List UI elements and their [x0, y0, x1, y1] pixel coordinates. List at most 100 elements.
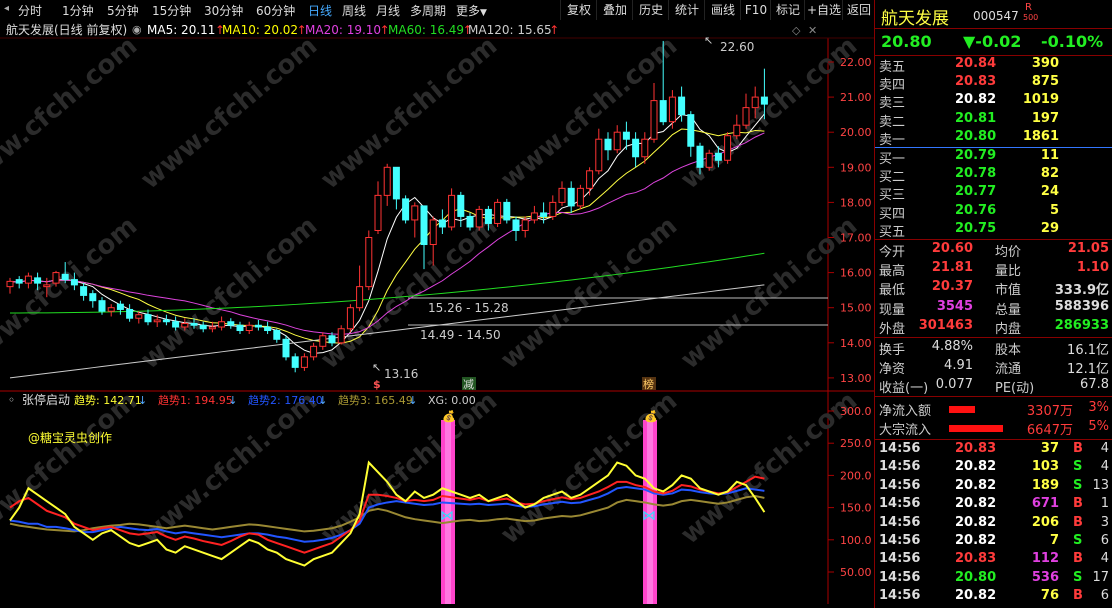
stats-button[interactable]: 统计 [668, 0, 705, 20]
stat-label: 股本 [995, 343, 1022, 358]
candle-body [632, 138, 640, 158]
candle-body [448, 194, 456, 228]
marker-jian[interactable]: 减 [463, 378, 474, 391]
ask-price: 20.80 [955, 128, 997, 144]
candle-body [61, 273, 69, 281]
candle-body [52, 272, 60, 284]
bid-price: 20.77 [955, 184, 997, 200]
tick-price: 20.83 [955, 551, 997, 567]
down-arrow-icon: ↓ [138, 394, 147, 407]
bid-label: 买二 [879, 170, 906, 186]
ma-legend: MA5: 20.11 ↑MA10: 20.02↑MA20: 19.10↑MA60:… [147, 23, 559, 37]
more-tab[interactable]: 更多▼ [456, 2, 487, 19]
f10-button[interactable]: F10 [740, 0, 771, 20]
period-tab[interactable]: 15分钟 [152, 2, 191, 19]
candle-body [227, 321, 235, 326]
draw-line-button[interactable]: 画线 [704, 0, 741, 20]
stat-label: 量比 [995, 264, 1022, 280]
indicator-tick-label: 200.0 [840, 469, 872, 482]
candle-body [319, 335, 327, 347]
tick-price: 20.82 [955, 533, 997, 548]
tick-count: 6 [1100, 588, 1109, 604]
diamond-icon[interactable]: ◇ [792, 24, 801, 37]
stat-value: 286933 [1054, 317, 1109, 333]
ask-label: 卖四 [879, 78, 906, 94]
candle-body [15, 279, 23, 284]
price-tick-label: 21.00 [840, 91, 872, 104]
stat-value: 301463 [918, 317, 973, 333]
candle-body [613, 131, 621, 151]
candle-body [530, 212, 538, 221]
period-tab[interactable]: 月线 [376, 2, 400, 19]
candle-body [650, 100, 658, 140]
tick-volume: 37 [1040, 441, 1059, 456]
tick-count: 4 [1100, 459, 1109, 475]
bid-price: 20.75 [955, 220, 997, 236]
price-change-pct: -0.10% [1041, 32, 1104, 51]
period-tab[interactable]: 1分钟 [62, 2, 94, 19]
period-tab[interactable]: 分时 [18, 2, 42, 19]
candle-body [392, 166, 400, 200]
candle-body [291, 356, 299, 368]
period-tab[interactable]: 周线 [342, 2, 366, 19]
mark-button[interactable]: 标记 [770, 0, 805, 20]
tick-count: 4 [1100, 441, 1109, 456]
last-price: 20.80 [881, 32, 932, 51]
candle-body [98, 300, 106, 312]
tick-time: 14:56 [879, 569, 921, 585]
marker-bang[interactable]: 榜 [643, 377, 654, 391]
candle-body [512, 219, 520, 231]
back-button[interactable]: 返回 [842, 0, 875, 20]
expand-icon[interactable]: ◂ [4, 3, 9, 14]
tick-side: B [1073, 496, 1083, 512]
marker-dollar[interactable]: $ [373, 378, 381, 391]
close-icon[interactable]: ✕ [808, 24, 817, 37]
ask-volume: 875 [1031, 74, 1059, 90]
flow-pct: 3% [1088, 400, 1109, 415]
tick-price: 20.83 [955, 441, 997, 456]
period-tab[interactable]: 60分钟 [256, 2, 295, 19]
candle-body [733, 124, 741, 137]
period-tab-active[interactable]: 日线 [308, 2, 332, 19]
candle-body [503, 201, 511, 221]
ask-volume: 1019 [1022, 92, 1059, 108]
bid-label: 买三 [879, 188, 906, 204]
settings-icon[interactable]: ◉ [132, 23, 142, 36]
tick-time: 14:56 [879, 459, 921, 475]
candle-body [549, 201, 557, 217]
tick-price: 20.82 [955, 459, 997, 475]
candle-body [135, 314, 143, 319]
indicator-toggle-icon[interactable]: ◦ [8, 393, 15, 407]
ask-price: 20.84 [955, 56, 997, 71]
candle-body [254, 324, 262, 328]
tick-volume: 671 [1031, 496, 1059, 512]
overlay-button[interactable]: 叠加 [596, 0, 633, 20]
bid-price: 20.79 [955, 148, 997, 163]
candle-body [383, 166, 391, 196]
period-tab[interactable]: 多周期 [410, 2, 446, 19]
candle-body [484, 208, 492, 224]
period-tab[interactable]: 30分钟 [204, 2, 243, 19]
candle-body [208, 326, 216, 330]
candle-body [595, 138, 603, 172]
ma-legend-item: MA5: 20.11 [147, 23, 215, 37]
history-button[interactable]: 历史 [632, 0, 669, 20]
ma-legend-item: MA10: 20.02 [222, 23, 298, 37]
candle-body [282, 338, 290, 358]
kline-chart[interactable]: 航天发展(日线 前复权) ◉ MA5: 20.11 ↑MA10: 20.02↑MA… [0, 20, 874, 608]
candle-body [218, 321, 226, 328]
candle-body [604, 138, 612, 151]
tick-count: 1 [1100, 496, 1109, 512]
tick-time: 14:56 [879, 477, 921, 493]
price-tick-label: 17.00 [840, 232, 872, 245]
add-favorite-button[interactable]: +自选 [804, 0, 843, 20]
period-tab[interactable]: 5分钟 [107, 2, 139, 19]
butterfly-icon: ⋈ [642, 508, 656, 524]
indicator-legend-item: 趋势2: 176.40 [248, 394, 323, 407]
candle-body [107, 307, 115, 312]
fuquan-button[interactable]: 复权 [560, 0, 597, 20]
candle-body [668, 96, 676, 123]
tick-volume: 76 [1040, 588, 1059, 604]
tick-time: 14:56 [879, 514, 921, 530]
money-bag-icon: 💰 [442, 410, 456, 423]
